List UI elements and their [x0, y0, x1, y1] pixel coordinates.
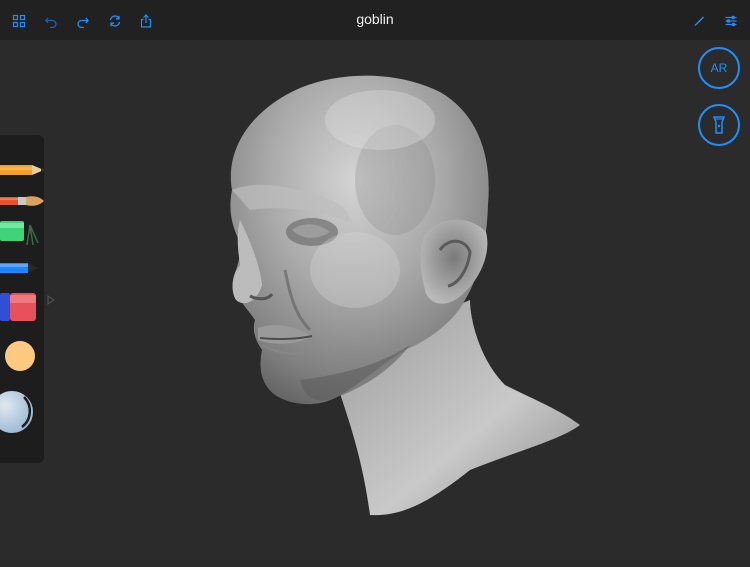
eraser-tool[interactable] — [0, 291, 40, 328]
ar-label: AR — [710, 61, 728, 75]
flashlight-icon — [712, 116, 726, 134]
pen-tool[interactable] — [0, 261, 44, 280]
3d-viewport[interactable] — [0, 40, 750, 562]
pencil-icon — [0, 165, 44, 175]
pencil-tool[interactable] — [0, 163, 46, 182]
top-bar: goblin — [0, 0, 750, 40]
color-wheel-icon — [0, 389, 35, 435]
color-wheel[interactable] — [0, 385, 40, 444]
marker-icon — [0, 221, 39, 246]
pen-icon — [0, 263, 38, 273]
eraser-icon — [0, 293, 36, 321]
pen-icon[interactable] — [692, 14, 706, 28]
flashlight-button[interactable] — [698, 104, 740, 146]
color-swatch-icon — [5, 341, 35, 371]
settings-icon[interactable] — [724, 14, 738, 28]
document-title: goblin — [356, 11, 394, 27]
ar-button[interactable]: AR — [698, 47, 740, 89]
color-swatch[interactable] — [0, 339, 40, 378]
marker-tool[interactable] — [0, 219, 44, 254]
brush-icon — [0, 196, 44, 206]
panel-expand-icon[interactable] — [46, 292, 56, 305]
tool-panel — [0, 135, 44, 463]
brush-tool[interactable] — [0, 193, 46, 214]
sculpt-model — [230, 75, 580, 516]
